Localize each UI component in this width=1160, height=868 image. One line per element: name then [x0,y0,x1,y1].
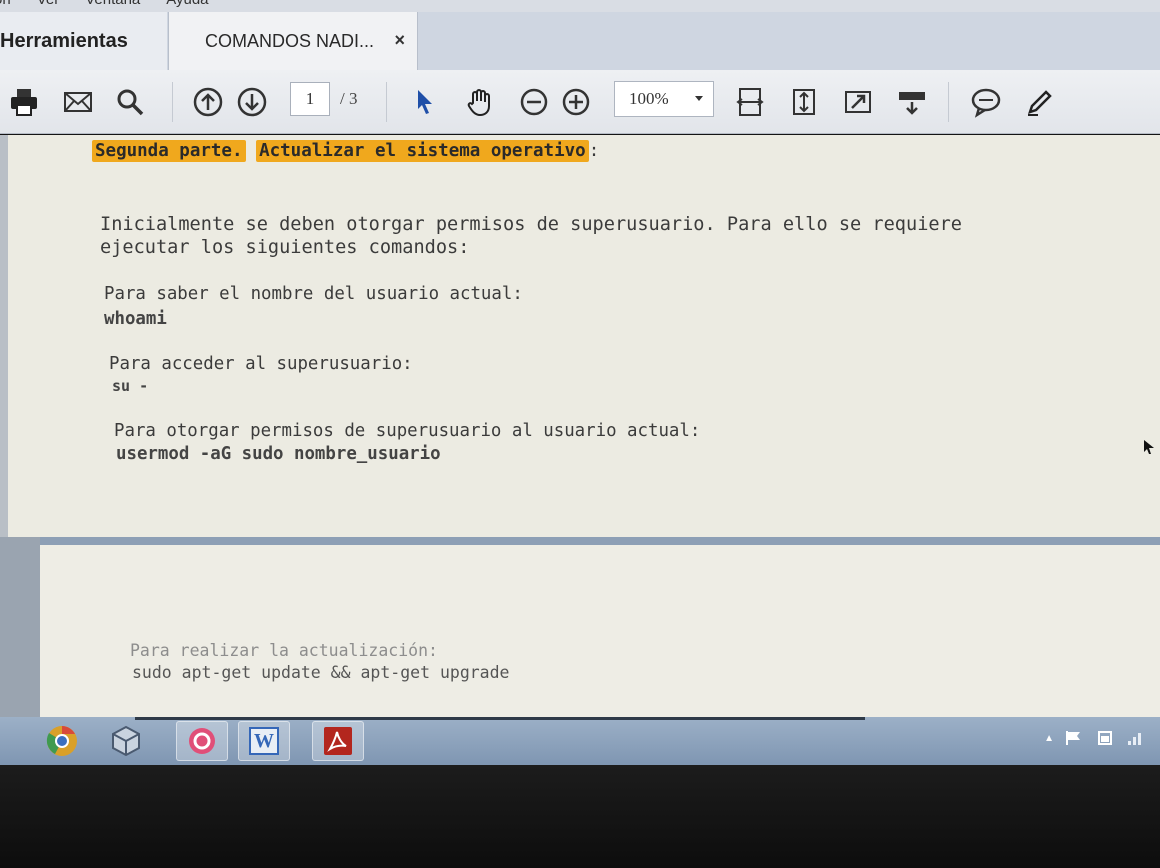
fit-width-button[interactable] [732,84,768,120]
step-command: usermod -aG sudo nombre_usuario [116,444,441,464]
step-label: Para saber el nombre del usuario actual: [104,284,523,304]
mail-icon [64,92,92,112]
toolbar-separator [386,82,387,122]
viewer-margin [0,537,40,717]
fit-width-icon [736,88,764,116]
step-label: Para otorgar permisos de superusuario al… [114,421,701,441]
tab-bar: Herramientas COMANDOS NADI... × [0,12,1160,70]
app-icon [189,728,215,754]
zoom-in-icon [562,88,590,116]
expand-icon [845,91,871,113]
select-tool-button[interactable] [406,84,442,120]
zoom-out-icon [520,88,548,116]
print-button[interactable] [6,84,42,120]
taskbar-word[interactable]: W [238,721,290,761]
menu-item-file[interactable]: on [0,0,11,8]
menu-item-window[interactable]: Ventana [85,0,140,8]
step-command: whoami [104,309,167,329]
document-page-1: Segunda parte. Actualizar el sistema ope… [8,135,1160,537]
print-icon [11,89,37,116]
tab-document-label: COMANDOS NADI... [205,30,375,51]
heading-colon: : [588,141,600,161]
fit-page-button[interactable] [786,84,822,120]
taskbar-virtualbox[interactable] [100,721,152,761]
taskbar-acrobat[interactable] [312,721,364,761]
menu-bar: on Ver Ventana Ayuda [0,0,1160,12]
intro-line-2: ejecutar los siguientes comandos: [100,237,470,258]
page-separator [40,537,1160,545]
toolbar-separator [172,82,173,122]
page-total-label: / 3 [340,89,358,108]
fit-page-icon [793,89,815,115]
search-button[interactable] [112,84,148,120]
heading-title: Actualizar el sistema operativo [256,140,589,162]
battery-icon[interactable] [1096,729,1116,747]
zoom-value: 100% [629,89,669,108]
highlight-button[interactable] [1022,84,1058,120]
intro-line-1: Inicialmente se deben otorgar permisos d… [100,214,962,235]
fullscreen-button[interactable] [840,84,876,120]
document-viewer[interactable]: Segunda parte. Actualizar el sistema ope… [0,135,1160,717]
zoom-out-button[interactable] [516,84,552,120]
menu-item-help[interactable]: Ayuda [166,0,208,8]
tab-tools[interactable]: Herramientas [0,12,167,70]
virtualbox-icon [112,725,140,757]
word-icon: W [249,727,279,755]
zoom-in-button[interactable] [558,84,594,120]
system-tray: ▲ [1044,729,1144,747]
acrobat-icon [324,727,352,755]
section-heading: Segunda parte. Actualizar el sistema ope… [92,140,600,162]
chrome-icon [46,726,77,756]
hand-icon [467,89,490,117]
taskbar-edge [135,717,865,720]
tray-expand-icon[interactable]: ▲ [1044,733,1054,744]
step-command: sudo apt-get update && apt-get upgrade [132,663,510,682]
arrow-up-circle-icon [193,87,223,117]
email-button[interactable] [60,84,96,120]
word-icon-letter: W [254,729,274,752]
page-number-input[interactable]: 1 [290,82,330,116]
toolbar-collapse-icon [899,92,925,115]
close-tab-icon[interactable]: × [394,30,405,51]
network-flag-icon[interactable] [1064,729,1086,747]
cursor-arrow-icon [418,90,432,114]
hand-tool-button[interactable] [462,84,498,120]
previous-page-button[interactable] [190,84,226,120]
tab-tools-label: Herramientas [0,29,128,52]
taskbar: W ▲ [0,717,1160,765]
zoom-select[interactable]: 100% [614,81,714,117]
menu-item-view[interactable]: Ver [37,0,60,8]
mouse-cursor-icon [1144,440,1154,454]
toolbar [0,70,1160,134]
step-label: Para realizar la actualización: [130,641,438,660]
taskbar-chrome[interactable] [36,721,88,761]
pen-icon [1028,90,1052,116]
comment-button[interactable] [968,84,1004,120]
tab-document[interactable]: COMANDOS NADI... × [168,12,418,70]
comment-icon [971,88,1001,118]
toolbar-separator [948,82,949,122]
document-page-2: Para realizar la actualización: sudo apt… [40,545,1160,717]
arrow-down-circle-icon [237,87,267,117]
signal-icon[interactable] [1126,729,1144,747]
search-icon [117,89,144,116]
step-label: Para acceder al superusuario: [109,354,413,374]
heading-part-label: Segunda parte. [92,140,246,162]
read-mode-button[interactable] [894,84,930,120]
next-page-button[interactable] [234,84,270,120]
taskbar-app[interactable] [176,721,228,761]
monitor-bezel [0,765,1160,868]
chevron-down-icon[interactable] [695,96,703,101]
step-command: su - [112,377,149,395]
